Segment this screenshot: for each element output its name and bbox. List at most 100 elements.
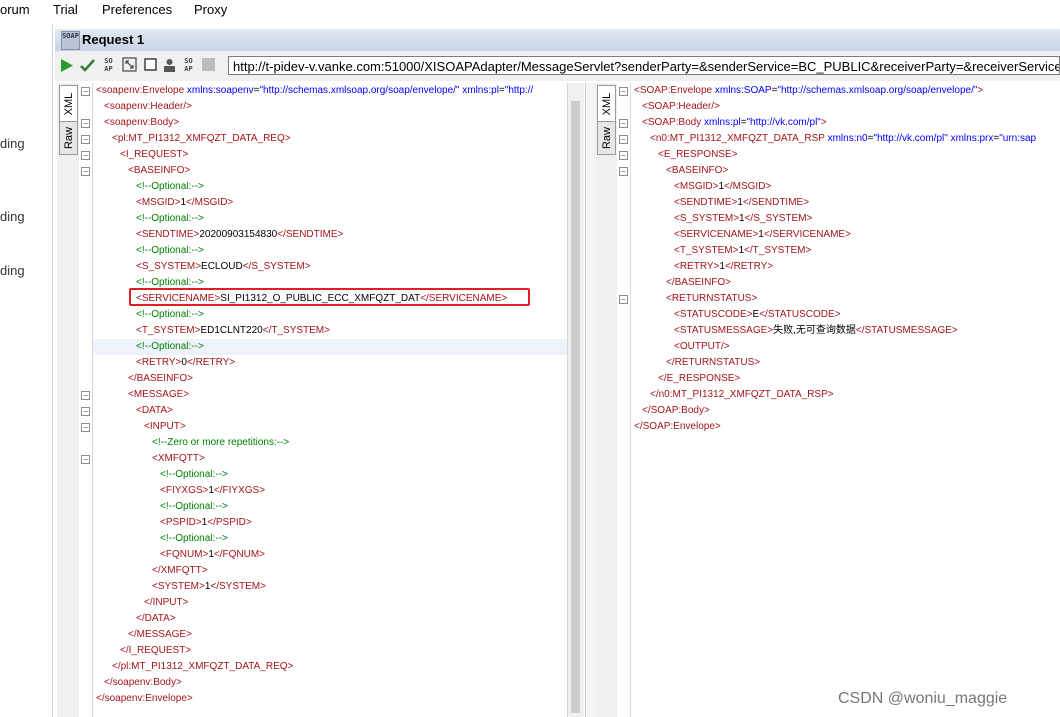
soap-icon: SOAP (61, 31, 80, 50)
xml-line: <BASEINFO> (666, 163, 728, 179)
xml-token: <!--Optional:--> (136, 181, 204, 192)
xml-token: 20200903154830 (199, 229, 278, 240)
xml-token: 失败,无可查询数据 (773, 325, 856, 336)
xml-token: <!--Optional:--> (160, 501, 228, 512)
xml-token: xmlns:pl (701, 117, 741, 128)
xml-token: <SOAP:Body (642, 117, 702, 128)
collapse-toggle-icon[interactable]: − (619, 295, 628, 304)
navigator-item[interactable]: ding (0, 136, 25, 151)
request-title-bar: SOAP Request 1 (55, 29, 1060, 52)
tab-xml[interactable]: XML (59, 85, 78, 123)
xml-token: <OUTPUT/> (674, 341, 730, 352)
xml-token: </BASEINFO> (666, 277, 732, 288)
request-scrollbar[interactable] (567, 83, 584, 717)
collapse-toggle-icon[interactable]: − (81, 167, 90, 176)
menu-forum[interactable]: orum (0, 2, 30, 17)
resize-icon[interactable] (121, 57, 138, 74)
xml-token: </MESSAGE> (128, 629, 192, 640)
xml-token: > (977, 85, 984, 96)
soap-icon[interactable]: SO AP (100, 57, 117, 74)
xml-token: xmlns:prx (947, 133, 994, 144)
collapse-toggle-icon[interactable]: − (81, 391, 90, 400)
xml-line: <T_SYSTEM>ED1CLNT220</T_SYSTEM> (136, 323, 330, 339)
xml-token: <!--Optional:--> (160, 469, 228, 480)
xml-token: xmlns:soapenv (184, 85, 254, 96)
xml-line: <RETRY>1</RETRY> (674, 259, 773, 275)
xml-token: <SOAP:Header/> (642, 101, 720, 112)
xml-line: <E_RESPONSE> (658, 147, 737, 163)
xml-line: <DATA> (136, 403, 173, 419)
xml-token: <SYSTEM> (152, 581, 205, 592)
xml-token: <!--Optional:--> (160, 533, 228, 544)
xml-token: <RETRY> (674, 261, 720, 272)
collapse-toggle-icon[interactable]: − (619, 167, 628, 176)
xml-token: <!--Zero or more repetitions:--> (152, 437, 290, 448)
xml-line: <SYSTEM>1</SYSTEM> (152, 579, 266, 595)
xml-line: <RETURNSTATUS> (666, 291, 757, 307)
xml-line: <MSGID>1</MSGID> (136, 195, 233, 211)
response-view-tabs: XML Raw (595, 83, 618, 717)
options-icon[interactable]: SO AP (180, 57, 197, 74)
collapse-toggle-icon[interactable]: − (619, 119, 628, 128)
xml-token: </FQNUM> (213, 549, 266, 560)
xml-line: <MESSAGE> (128, 387, 189, 403)
xml-token: </soapenv:Envelope> (96, 693, 193, 704)
xml-token: <INPUT> (144, 421, 186, 432)
tab-raw[interactable]: Raw (59, 121, 78, 155)
submit-play-icon[interactable] (58, 57, 75, 74)
collapse-toggle-icon[interactable]: − (81, 151, 90, 160)
xml-token: </T_SYSTEM> (262, 325, 330, 336)
tab-xml[interactable]: XML (597, 85, 616, 123)
menu-trial[interactable]: Trial (53, 2, 78, 17)
menu-bar: orum Trial Preferences Proxy (0, 0, 1060, 24)
xml-token: <SENDTIME> (674, 197, 738, 208)
xml-token: <SENDTIME> (136, 229, 200, 240)
request-view-tabs: XML Raw (57, 83, 80, 717)
stop-square-icon[interactable] (142, 57, 159, 74)
collapse-toggle-icon[interactable]: − (81, 135, 90, 144)
xml-token: "http://vk.com/pl" (746, 117, 821, 128)
tab-raw[interactable]: Raw (597, 121, 616, 155)
xml-token: </SOAP:Body> (642, 405, 710, 416)
xml-token: </RETURNSTATUS> (666, 357, 761, 368)
xml-line: <!--Optional:--> (136, 243, 204, 259)
collapse-toggle-icon[interactable]: − (81, 455, 90, 464)
navigator-item[interactable]: ding (0, 263, 25, 278)
navigator-item[interactable]: ding (0, 209, 25, 224)
grey-square-icon[interactable] (200, 57, 217, 74)
response-xml-editor[interactable]: <SOAP:Envelope xmlns:SOAP="http://schema… (630, 83, 1060, 717)
xml-line: <soapenv:Envelope xmlns:soapenv="http://… (96, 83, 533, 99)
xml-token: <E_RESPONSE> (658, 149, 738, 160)
xml-token: "http://vk.com/pl" (873, 133, 948, 144)
xml-token: </T_SYSTEM> (744, 245, 812, 256)
xml-line: <!--Optional:--> (136, 307, 204, 323)
menu-proxy[interactable]: Proxy (194, 2, 227, 17)
collapse-toggle-icon[interactable]: − (619, 135, 628, 144)
collapse-toggle-icon[interactable]: − (81, 423, 90, 432)
endpoint-url-input[interactable]: http://t-pidev-v.vanke.com:51000/XISOAPA… (228, 56, 1060, 75)
xml-line: <S_SYSTEM>1</S_SYSTEM> (674, 211, 812, 227)
xml-line: <SOAP:Header/> (642, 99, 720, 115)
profile-icon[interactable] (161, 57, 178, 74)
xml-line: </BASEINFO> (128, 371, 193, 387)
xml-line: <I_REQUEST> (120, 147, 188, 163)
collapse-toggle-icon[interactable]: − (619, 87, 628, 96)
scrollbar-thumb[interactable] (571, 101, 580, 713)
collapse-toggle-icon[interactable]: − (81, 407, 90, 416)
request-xml-editor[interactable]: <soapenv:Envelope xmlns:soapenv="http://… (92, 83, 567, 717)
validate-check-icon[interactable] (79, 57, 96, 74)
xml-token: <BASEINFO> (666, 165, 729, 176)
xml-line: </BASEINFO> (666, 275, 731, 291)
xml-line: <OUTPUT/> (674, 339, 730, 355)
collapse-toggle-icon[interactable]: − (619, 151, 628, 160)
collapse-toggle-icon[interactable]: − (81, 87, 90, 96)
xml-token: <soapenv:Header/> (104, 101, 192, 112)
xml-token: <SERVICENAME> (136, 293, 221, 304)
collapse-toggle-icon[interactable]: − (81, 119, 90, 128)
xml-line: </n0:MT_PI1312_XMFQZT_DATA_RSP> (650, 387, 834, 403)
xml-line: <INPUT> (144, 419, 186, 435)
menu-preferences[interactable]: Preferences (102, 2, 172, 17)
xml-token: <FQNUM> (160, 549, 209, 560)
xml-token: "http://schemas.xmlsoap.org/soap/envelop… (259, 85, 460, 96)
fold-gutter: − − − − − − − − − (79, 83, 92, 717)
